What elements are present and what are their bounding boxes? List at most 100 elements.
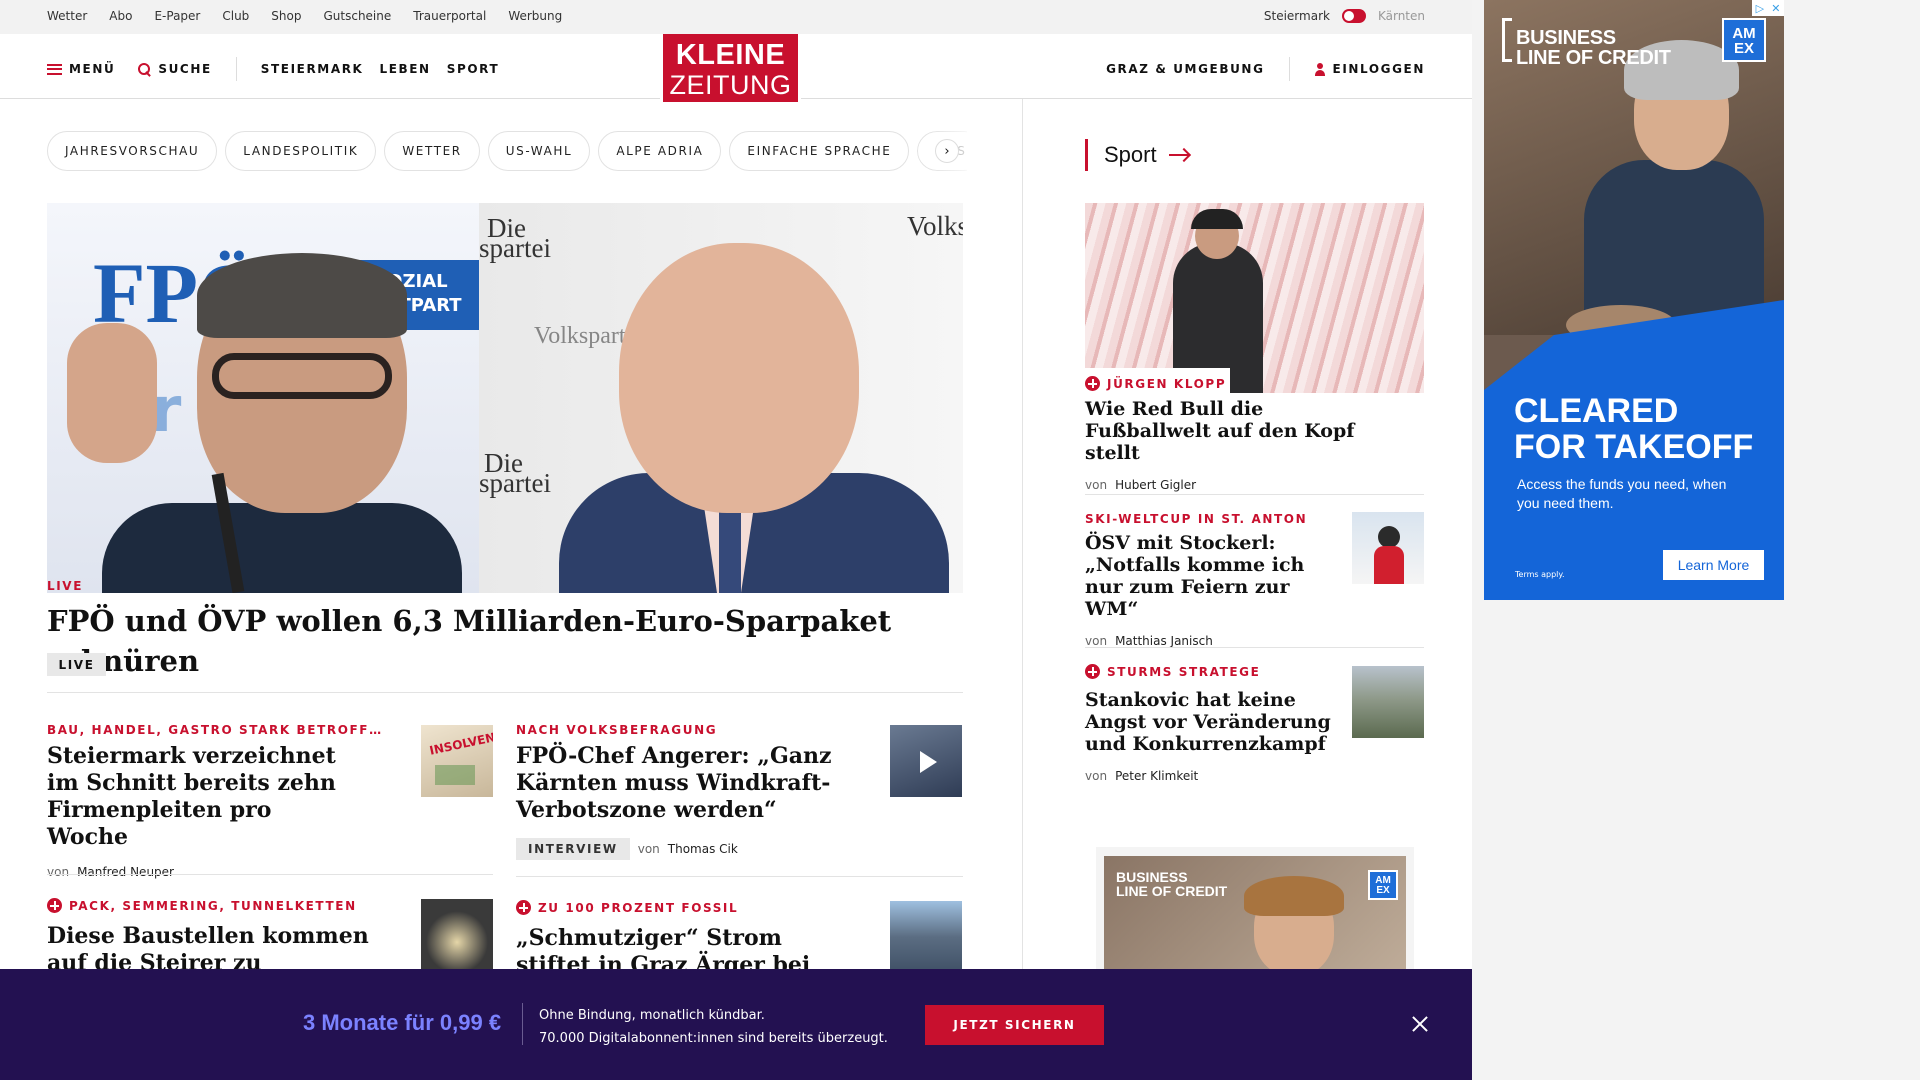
utility-link-werbung[interactable]: Werbung [508,9,562,23]
article-byline: von Peter Klimkeit [1085,769,1335,783]
article-title: Stankovic hat keine Angst vor Veränderun… [1085,689,1331,755]
suit-shape [102,503,462,593]
hero-image[interactable]: FPÖ DIE SOZIAL HEIMATPART tur Die sparte… [47,203,963,593]
pill-wetter[interactable]: WETTER [384,131,480,171]
article-kicker: NACH VOLKSBEFRAGUNG [516,723,718,737]
article-kicker: STURMS STRATEGE [1085,664,1335,679]
utility-link-trauerportal[interactable]: Trauerportal [413,9,486,23]
author-name[interactable]: Thomas Cik [668,842,738,856]
plus-icon [1085,664,1100,679]
subscription-promo-bar: 3 Monate für 0,99 € Ohne Bindung, monatl… [0,969,1472,1080]
article-kicker: BAU, HANDEL, GASTRO STARK BETROFF… [47,723,383,737]
ad-close-icon: ✕ [1771,1,1781,15]
user-icon [1314,62,1326,76]
hero-image-right: Die spartei Volks Volkspart Die spartei [479,203,963,593]
play-icon [920,751,937,773]
article-teaser[interactable]: NACH VOLKSBEFRAGUNG FPÖ-Chef Angerer: „G… [516,723,866,860]
ad-brand: BUSINESS LINE OF CREDIT [1116,870,1227,898]
pills-next-button[interactable]: › [935,139,959,163]
pill-einfache-sprache[interactable]: EINFACHE SPRACHE [729,131,910,171]
login-button[interactable]: EINLOGGEN [1333,62,1425,76]
hero-image-left: FPÖ DIE SOZIAL HEIMATPART tur [47,203,480,593]
video-thumbnail[interactable] [890,725,962,797]
nav-sport[interactable]: SPORT [447,62,500,76]
ad-brand-line-2: LINE OF CREDIT [1516,47,1671,69]
article-teaser[interactable]: BAU, HANDEL, GASTRO STARK BETROFF… Steie… [47,723,383,879]
hero-headline[interactable]: FPÖ und ÖVP wollen 6,3 Milliarden-Euro-S… [47,601,987,681]
byline-prefix: von [1085,634,1108,648]
subscribe-button[interactable]: JETZT SICHERN [925,1005,1104,1045]
main-content: Wetter Abo E-Paper Club Shop Gutscheine … [0,0,1472,1080]
utility-link-shop[interactable]: Shop [271,9,301,23]
utility-bar: Wetter Abo E-Paper Club Shop Gutscheine … [0,0,1472,34]
article-thumbnail[interactable]: INSOLVEN [421,725,493,797]
pill-jahresvorschau[interactable]: JAHRESVORSCHAU [47,131,218,171]
pill-alpe-adria[interactable]: ALPE ADRIA [598,131,722,171]
nav-steiermark[interactable]: STEIERMARK [261,62,364,76]
region-switch: Steiermark Kärnten [1264,9,1425,23]
article-byline: von Matthias Janisch [1085,634,1335,648]
hero-kicker: LIVE [47,579,83,593]
region-active-label[interactable]: Steiermark [1264,9,1330,23]
ad-brand: BUSINESS LINE OF CREDIT [1516,28,1671,68]
pill-us-wahl[interactable]: US-WAHL [487,131,591,171]
glasses-shape [212,353,392,399]
utility-link-abo[interactable]: Abo [109,9,132,23]
column-divider [1022,99,1023,999]
region-toggle[interactable] [1341,9,1366,23]
article-thumbnail[interactable] [890,901,962,973]
menu-button[interactable]: MENÜ [47,62,115,76]
article-title: Steiermark verzeichnet im Schnitt bereit… [47,743,336,850]
author-name[interactable]: Hubert Gigler [1115,478,1196,492]
search-button[interactable]: SUCHE [138,62,211,76]
divider [522,1003,523,1045]
utility-link-epaper[interactable]: E-Paper [154,9,200,23]
amex-line-2: EX [1376,885,1390,896]
hero-image-spartei-text-2: spartei [479,468,551,498]
article-kicker: JÜRGEN KLOPP [1085,376,1424,391]
article-thumbnail[interactable] [1352,666,1424,738]
hero-image-volkspart-text: Volkspart [534,323,626,349]
face-shape [619,243,859,513]
hero-image-spartei-text: spartei [479,233,551,263]
author-name[interactable]: Peter Klimkeit [1115,769,1198,783]
article-thumbnail[interactable] [1352,512,1424,584]
utility-link-wetter[interactable]: Wetter [47,9,87,23]
site-header: MENÜ SUCHE STEIERMARK LEBEN SPORT KLEINE… [0,34,1472,105]
utility-link-gutscheine[interactable]: Gutscheine [323,9,391,23]
close-icon[interactable] [1410,1014,1430,1034]
article-thumbnail[interactable] [421,899,493,971]
article-teaser[interactable]: PACK, SEMMERING, TUNNELKETTEN Diese Baus… [47,898,377,977]
ad-subline: Access the funds you need, when you need… [1517,476,1727,511]
sport-main-image[interactable] [1085,203,1424,393]
cap-shape [1191,209,1243,229]
adchoices-close[interactable]: ▷ ✕ [1752,0,1784,16]
learn-more-button[interactable]: Learn More [1663,550,1764,580]
plus-icon [47,898,62,913]
divider [235,57,237,81]
logo-line-2: ZEITUNG [669,70,792,100]
article-title: ÖSV mit Stockerl: „Notfalls komme ich nu… [1085,532,1305,620]
promo-line-1: Ohne Bindung, monatlich kündbar. [539,1008,765,1023]
advertisement-skyscraper[interactable]: BUSINESS LINE OF CREDIT AM EX ▷ ✕ CLEARE… [1484,0,1784,600]
helmet-shape [1378,526,1400,548]
sport-section-heading[interactable]: Sport [1085,139,1189,171]
kleine-zeitung-logo[interactable]: KLEINE ZEITUNG [660,34,801,105]
kicker-text: PACK, SEMMERING, TUNNELKETTEN [69,898,357,913]
ad-terms: Terms apply. [1515,570,1565,579]
sport-teaser[interactable]: STURMS STRATEGE Stankovic hat keine Angs… [1085,664,1335,783]
arrow-right-icon [1168,154,1189,156]
nav-leben[interactable]: LEBEN [379,62,430,76]
byline-prefix: von [47,865,70,879]
sport-main-teaser[interactable]: JÜRGEN KLOPP Wie Red Bull die Fußballwel… [1085,376,1424,492]
region-other-label[interactable]: Kärnten [1378,9,1425,23]
author-name[interactable]: Matthias Janisch [1115,634,1213,648]
logo-line-1: KLEINE [675,39,786,71]
author-name[interactable]: Manfred Neuper [77,865,174,879]
sport-teaser[interactable]: SKI-WELTCUP IN ST. ANTON ÖSV mit Stocker… [1085,512,1335,648]
pill-landespolitik[interactable]: LANDESPOLITIK [225,131,377,171]
amex-logo: AM EX [1722,18,1766,62]
utility-link-club[interactable]: Club [222,9,249,23]
region-link[interactable]: GRAZ & UMGEBUNG [1106,62,1264,76]
amex-logo: AM EX [1368,870,1398,900]
